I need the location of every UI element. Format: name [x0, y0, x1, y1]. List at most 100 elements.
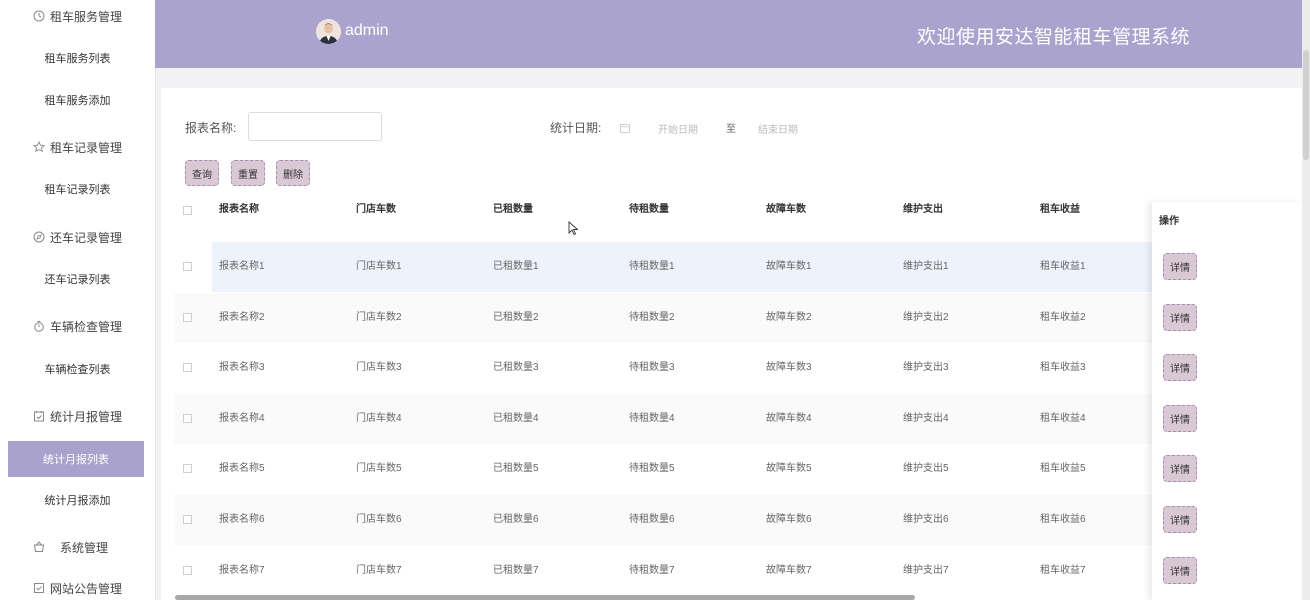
table-row[interactable]: 报表名称5 门店车数5 已租数量5 待租数量5 故障车数5 维护支出5 租车收益5 — [174, 444, 1289, 494]
sidebar-item-monthly-report-add[interactable]: 统计月报添加 — [0, 482, 155, 518]
table-row[interactable]: 报表名称4 门店车数4 已租数量4 待租数量4 故障车数4 维护支出4 租车收益4 — [174, 393, 1289, 444]
table-cell: 门店车数1 — [356, 261, 402, 272]
table-cell: 维护支出3 — [903, 362, 949, 374]
table-cell: 待租数量5 — [629, 463, 675, 475]
detail-button[interactable]: 详情 — [1163, 303, 1197, 331]
row-checkbox[interactable] — [183, 312, 192, 322]
table-cell: 维护支出6 — [903, 514, 949, 525]
sidebar-group-system[interactable]: 系统管理 — [0, 527, 155, 567]
table-cell: 租车收益3 — [1040, 362, 1086, 374]
report-name-input[interactable] — [248, 112, 382, 141]
reset-button[interactable]: 重置 — [231, 160, 265, 186]
table-cell: 报表名称7 — [219, 564, 265, 576]
table-cell: 待租数量7 — [629, 564, 675, 576]
sidebar-item-rental-record-list[interactable]: 租车记录列表 — [0, 171, 155, 207]
row-checkbox[interactable] — [183, 565, 192, 575]
avatar[interactable] — [316, 19, 341, 44]
end-date-input[interactable]: 结束日期 — [758, 121, 798, 136]
delete-button[interactable]: 删除 — [276, 160, 310, 186]
row-checkbox[interactable] — [183, 515, 192, 524]
column-header[interactable]: 租车收益 — [1040, 197, 1080, 223]
table-cell: 故障车数4 — [766, 412, 812, 424]
table-cell: 待租数量6 — [629, 514, 675, 525]
calendar-icon — [620, 120, 630, 133]
table-row[interactable]: 报表名称3 门店车数3 已租数量3 待租数量3 故障车数3 维护支出3 租车收益3 — [174, 343, 1289, 393]
sidebar-group-label: 系统管理 — [60, 540, 109, 555]
basket-icon — [32, 540, 46, 554]
table-cell: 待租数量2 — [629, 311, 675, 323]
table-cell: 门店车数7 — [356, 564, 402, 576]
table-row[interactable]: 报表名称1 门店车数1 已租数量1 待租数量1 故障车数1 维护支出1 租车收益1 — [174, 242, 1289, 292]
date-range-separator: 至 — [726, 124, 736, 135]
table-header: 报表名称 门店车数 已租数量 待租数量 故障车数 维护支出 租车收益 — [174, 197, 1289, 223]
column-header[interactable]: 已租数量 — [493, 197, 533, 223]
select-all-checkbox[interactable] — [183, 206, 192, 215]
sidebar-item-vehicle-check-list[interactable]: 车辆检查列表 — [0, 351, 155, 387]
horizontal-scrollbar[interactable] — [175, 595, 915, 600]
column-header[interactable]: 待租数量 — [629, 197, 669, 223]
sidebar-group-label: 车辆检查管理 — [50, 319, 123, 334]
table-row[interactable]: 报表名称2 门店车数2 已租数量2 待租数量2 故障车数2 维护支出2 租车收益2 — [174, 292, 1289, 343]
detail-button[interactable]: 详情 — [1163, 556, 1197, 584]
detail-button[interactable]: 详情 — [1163, 404, 1197, 432]
row-checkbox[interactable] — [183, 262, 192, 271]
timer-icon — [32, 319, 46, 333]
star-icon — [32, 140, 46, 154]
table-cell: 维护支出4 — [903, 412, 949, 424]
sidebar-group-announcement[interactable]: 网站公告管理 — [0, 568, 155, 600]
table-row[interactable]: 报表名称7 门店车数7 已租数量7 待租数量7 故障车数7 维护支出7 租车收益7 — [174, 546, 1289, 596]
calendar-check-icon — [32, 409, 46, 423]
table-cell: 待租数量1 — [629, 261, 675, 272]
report-name-label: 报表名称: — [185, 121, 237, 135]
table-cell: 门店车数3 — [356, 362, 402, 374]
checkbox-icon — [32, 581, 46, 595]
sidebar-item-rental-service-add[interactable]: 租车服务添加 — [0, 82, 155, 118]
sidebar-group-label: 网站公告管理 — [50, 581, 123, 596]
table-cell: 已租数量2 — [493, 311, 539, 323]
table-row[interactable]: 报表名称6 门店车数6 已租数量6 待租数量6 故障车数6 维护支出6 租车收益6 — [174, 495, 1289, 545]
column-header[interactable]: 门店车数 — [356, 197, 396, 223]
sidebar-item-rental-service-list[interactable]: 租车服务列表 — [0, 40, 155, 76]
sidebar-group-vehicle-check[interactable]: 车辆检查管理 — [0, 306, 155, 346]
table-cell: 已租数量4 — [493, 412, 539, 424]
row-checkbox[interactable] — [183, 464, 192, 474]
table-cell: 门店车数4 — [356, 412, 402, 424]
table-cell: 租车收益6 — [1040, 514, 1086, 525]
sidebar-group-rental-record[interactable]: 租车记录管理 — [0, 127, 155, 167]
sidebar-group-return-record[interactable]: 还车记录管理 — [0, 217, 155, 257]
sidebar-group-monthly-report[interactable]: 统计月报管理 — [0, 396, 155, 436]
detail-button[interactable]: 详情 — [1163, 253, 1197, 280]
detail-button[interactable]: 详情 — [1163, 354, 1197, 382]
table-cell: 租车收益7 — [1040, 564, 1086, 576]
table-cell: 待租数量3 — [629, 362, 675, 374]
table-cell: 故障车数1 — [766, 261, 812, 272]
table-cell: 租车收益1 — [1040, 261, 1086, 272]
detail-button[interactable]: 详情 — [1163, 506, 1197, 533]
start-date-input[interactable]: 开始日期 — [658, 121, 698, 136]
sidebar-item-return-record-list[interactable]: 还车记录列表 — [0, 261, 155, 297]
column-header[interactable]: 维护支出 — [903, 197, 943, 223]
sidebar-group-label: 统计月报管理 — [50, 409, 123, 424]
user-name[interactable]: admin — [345, 22, 389, 40]
mouse-cursor-icon — [568, 221, 578, 235]
page-scrollbar-thumb[interactable] — [1303, 50, 1309, 160]
table-cell: 已租数量1 — [493, 261, 539, 272]
table-cell: 故障车数5 — [766, 463, 812, 475]
row-checkbox[interactable] — [183, 413, 192, 423]
query-button[interactable]: 查询 — [185, 160, 219, 186]
welcome-title: 欢迎使用安达智能租车管理系统 — [917, 27, 1191, 48]
table-cell: 报表名称3 — [219, 362, 265, 374]
sidebar: 租车服务管理 租车服务列表 租车服务添加 租车记录管理 租车记录列表 还车记录管… — [0, 0, 156, 600]
table-cell: 报表名称6 — [219, 514, 265, 525]
sidebar-group-label: 还车记录管理 — [50, 230, 123, 245]
clock-icon — [32, 9, 46, 23]
detail-button[interactable]: 详情 — [1163, 455, 1197, 483]
row-checkbox[interactable] — [183, 363, 192, 373]
top-header: admin 欢迎使用安达智能租车管理系统 — [155, 0, 1310, 68]
table-cell: 故障车数6 — [766, 514, 812, 525]
table-cell: 租车收益5 — [1040, 463, 1086, 475]
sidebar-item-monthly-report-list[interactable]: 统计月报列表 — [8, 441, 144, 477]
column-header[interactable]: 故障车数 — [766, 197, 806, 223]
column-header[interactable]: 报表名称 — [219, 197, 259, 223]
sidebar-group-rental-service[interactable]: 租车服务管理 — [0, 0, 155, 36]
